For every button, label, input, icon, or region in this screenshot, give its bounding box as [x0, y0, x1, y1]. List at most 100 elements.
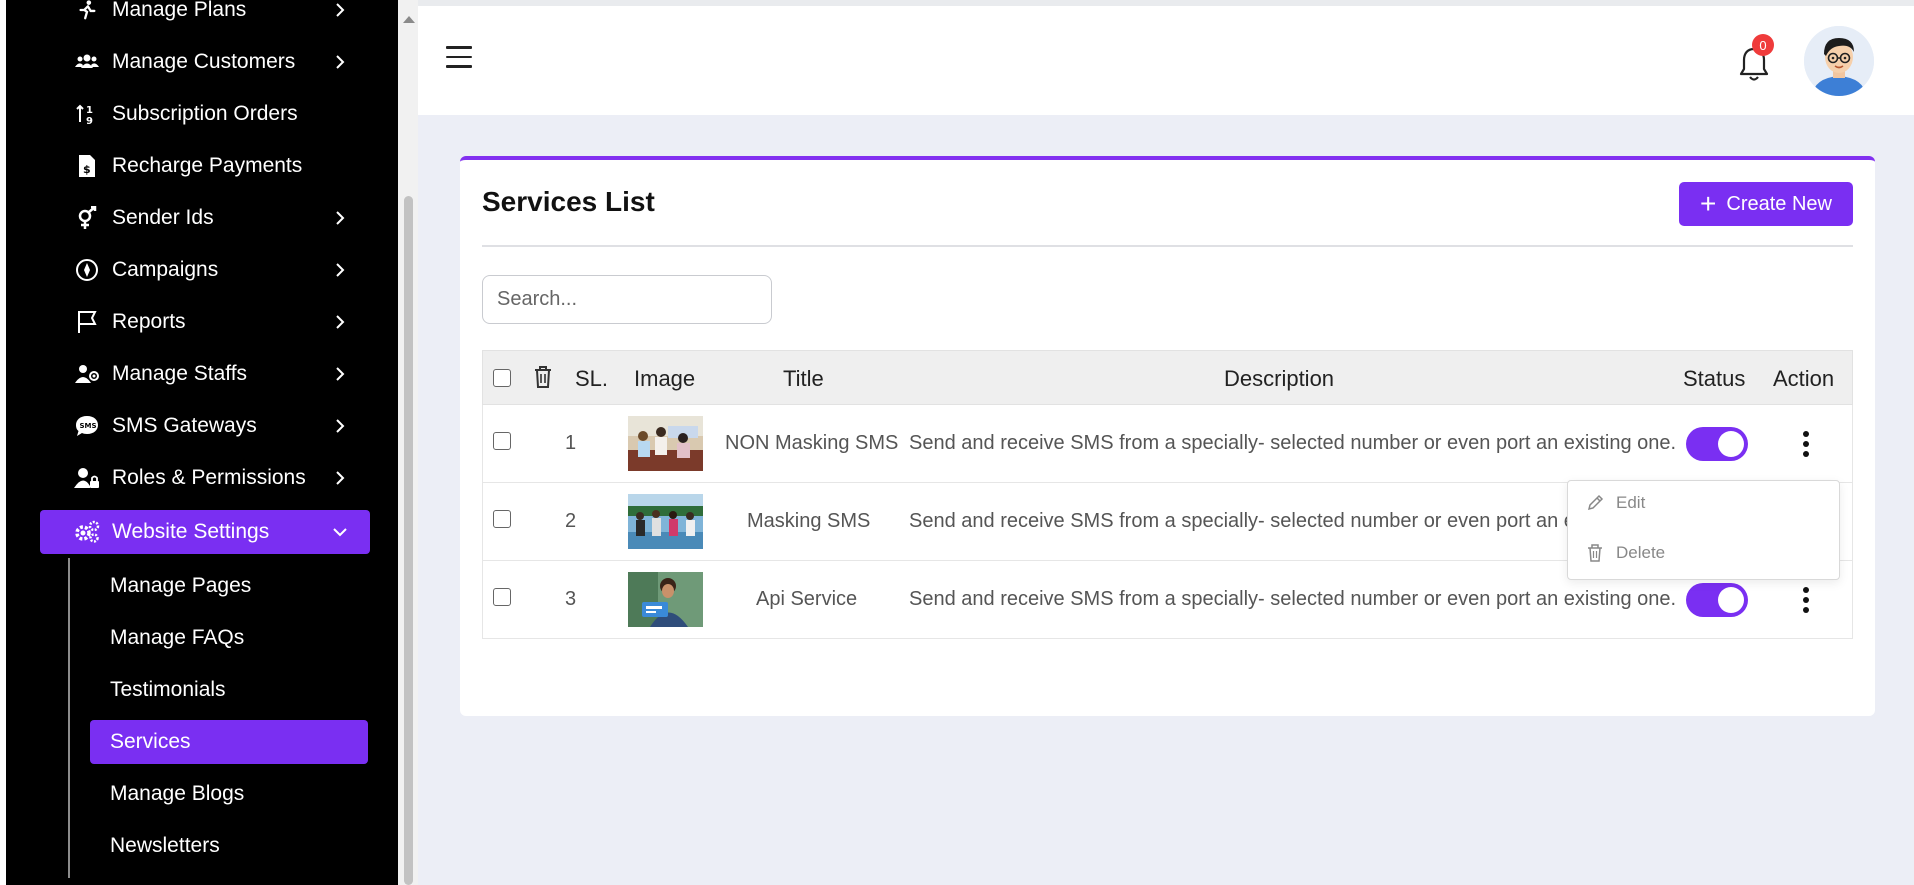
sidebar-subitem-services[interactable]: Services: [90, 720, 368, 764]
pencil-icon: [1586, 494, 1604, 512]
sidebar-item-reports[interactable]: Reports: [40, 300, 370, 344]
delete-label: Delete: [1616, 543, 1666, 562]
trash-icon[interactable]: [533, 365, 553, 394]
sidebar-subitem-manage-faqs[interactable]: Manage FAQs: [90, 616, 368, 660]
svg-text:9: 9: [86, 116, 93, 126]
sidebar-item-label: Reports: [112, 310, 186, 333]
sidebar-item-sender-ids[interactable]: Sender Ids: [40, 196, 370, 240]
sidebar-item-label: Roles & Permissions: [112, 466, 306, 489]
row-checkbox[interactable]: [493, 510, 511, 528]
run-icon: [70, 0, 104, 27]
sidebar-item-roles-permissions[interactable]: Roles & Permissions: [40, 456, 370, 500]
trash-icon: [1586, 544, 1604, 562]
sidebar: Manage Plans Manage Customers 19 Subscri…: [6, 0, 398, 885]
svg-text:1: 1: [86, 105, 93, 116]
row-sl: 1: [565, 432, 577, 454]
plus-icon: +: [1700, 188, 1717, 219]
notification-badge: 0: [1752, 34, 1774, 56]
flag-icon: [70, 305, 104, 339]
status-toggle[interactable]: [1686, 583, 1748, 617]
users-icon: [70, 45, 104, 79]
create-new-button[interactable]: + Create New: [1679, 182, 1853, 226]
service-image: [628, 416, 703, 471]
sidebar-item-label: Manage Plans: [112, 0, 247, 21]
chevron-right-icon: [330, 0, 350, 20]
chevron-right-icon: [330, 208, 350, 228]
sidebar-item-label: Manage Staffs: [112, 362, 248, 385]
svg-text:SMS: SMS: [80, 422, 97, 430]
column-header-image: Image: [634, 365, 696, 391]
avatar[interactable]: [1804, 26, 1874, 96]
sidebar-subitem-testimonials[interactable]: Testimonials: [90, 668, 368, 712]
table-header: SL. Image Title Description Status Actio…: [482, 350, 1853, 405]
svg-text:$: $: [83, 163, 91, 176]
sidebar-item-subscription-orders[interactable]: 19 Subscription Orders: [40, 92, 370, 136]
more-vertical-icon[interactable]: [1796, 427, 1816, 461]
sidebar-item-label: SMS Gateways: [112, 414, 257, 437]
row-sl: 2: [565, 510, 577, 532]
row-checkbox[interactable]: [493, 432, 511, 450]
status-toggle[interactable]: [1686, 427, 1748, 461]
sidebar-item-sms-gateways[interactable]: SMS SMS Gateways: [40, 404, 370, 448]
sidebar-item-label: Campaigns: [112, 258, 219, 281]
sidebar-item-label: Website Settings: [112, 520, 270, 543]
table-row: 1 NON Masking SMS Send and receive SMS f…: [482, 405, 1853, 483]
chevron-right-icon: [330, 260, 350, 280]
service-image: [628, 572, 703, 627]
edit-label: Edit: [1616, 493, 1646, 512]
action-dropdown: Edit Delete: [1567, 480, 1840, 580]
column-header-status: Status: [1683, 365, 1746, 391]
sidebar-scrollbar-thumb[interactable]: [404, 196, 413, 885]
chevron-right-icon: [330, 416, 350, 436]
top-bar: [418, 0, 1914, 115]
compass-icon: [70, 253, 104, 287]
create-new-label: Create New: [1726, 192, 1832, 215]
sidebar-item-manage-plans[interactable]: Manage Plans: [40, 0, 370, 32]
search-input[interactable]: [482, 275, 772, 324]
chevron-down-icon: [330, 522, 350, 542]
more-vertical-icon[interactable]: [1796, 583, 1816, 617]
row-description: Send and receive SMS from a specially- s…: [909, 432, 1677, 454]
row-title: NON Masking SMS: [725, 432, 899, 454]
sidebar-item-manage-customers[interactable]: Manage Customers: [40, 40, 370, 84]
sidebar-item-label: Subscription Orders: [112, 102, 298, 125]
sidebar-item-label: Manage Customers: [112, 50, 296, 73]
chevron-right-icon: [330, 52, 350, 72]
row-checkbox[interactable]: [493, 588, 511, 606]
select-all-checkbox[interactable]: [493, 369, 511, 387]
service-image: [628, 494, 703, 549]
chevron-right-icon: [330, 364, 350, 384]
sidebar-item-website-settings[interactable]: Website Settings: [40, 510, 370, 554]
column-header-action: Action: [1773, 365, 1835, 391]
row-description: Send and receive SMS from a specially- s…: [909, 588, 1677, 610]
sidebar-item-recharge-payments[interactable]: $ Recharge Payments: [40, 144, 370, 188]
sidebar-item-campaigns[interactable]: Campaigns: [40, 248, 370, 292]
sort-icon: 19: [70, 97, 104, 131]
chevron-right-icon: [330, 312, 350, 332]
row-sl: 3: [565, 588, 577, 610]
sidebar-subitem-manage-pages[interactable]: Manage Pages: [90, 564, 368, 608]
column-header-title: Title: [783, 365, 824, 391]
row-title: Masking SMS: [747, 510, 871, 532]
row-title: Api Service: [756, 588, 858, 610]
sidebar-subitem-newsletters[interactable]: Newsletters: [90, 824, 368, 868]
sidebar-item-label: Recharge Payments: [112, 154, 303, 177]
hamburger-menu-icon[interactable]: [446, 46, 472, 68]
sidebar-item-manage-staffs[interactable]: Manage Staffs: [40, 352, 370, 396]
sidebar-item-label: Sender Ids: [112, 206, 214, 229]
sms-icon: SMS: [70, 409, 104, 443]
page-title: Services List: [482, 186, 655, 217]
column-header-description: Description: [1224, 365, 1335, 391]
user-lock-icon: [70, 461, 104, 495]
divider: [482, 245, 1853, 247]
sidebar-subitem-manage-blogs[interactable]: Manage Blogs: [90, 772, 368, 816]
column-header-sl: SL.: [575, 365, 609, 391]
submenu-line: [68, 558, 70, 878]
invoice-icon: $: [70, 149, 104, 183]
scroll-up-arrow-icon[interactable]: [403, 16, 415, 23]
cogs-icon: [70, 515, 104, 549]
edit-menu-item[interactable]: Edit: [1586, 493, 1645, 513]
delete-menu-item[interactable]: Delete: [1586, 543, 1665, 563]
gender-icon: [70, 201, 104, 235]
staff-icon: [70, 357, 104, 391]
